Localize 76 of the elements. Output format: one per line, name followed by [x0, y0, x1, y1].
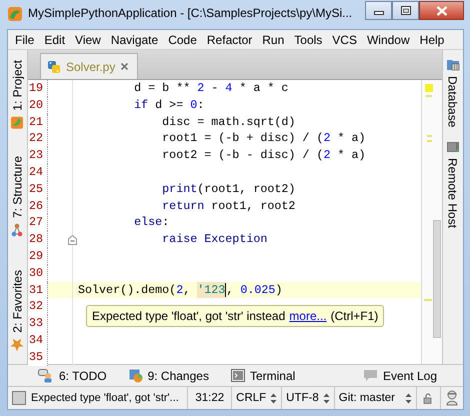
encoding-selector[interactable]: UTF-8 [286, 392, 319, 404]
code-text: 2 [197, 80, 204, 97]
tool-window-button[interactable]: 1: Project [10, 60, 24, 111]
branch-selector[interactable]: Git: master [338, 392, 395, 404]
code-text: d >= [154, 96, 184, 114]
code-text: ) [275, 282, 282, 298]
line-number: 32 [28, 298, 48, 316]
code-text: if [133, 96, 148, 114]
code-text: return [161, 198, 204, 214]
code-text: print [161, 180, 198, 198]
tool-window-button[interactable]: Database [446, 76, 460, 128]
code-text: * a) [336, 130, 366, 148]
line-number: 29 [28, 248, 48, 265]
menu-item[interactable]: File [10, 32, 40, 46]
tooltip-text: Expected type 'float', got 'str' instead [92, 309, 286, 323]
menu-item[interactable]: Navigate [106, 32, 164, 46]
tool-window-button[interactable]: Terminal [250, 368, 296, 382]
line-number: 26 [28, 198, 48, 214]
tool-window-button[interactable]: 7: Structure [10, 156, 24, 218]
code-text: 0.025 [240, 282, 276, 298]
code-text: root1, root2 [210, 198, 296, 214]
code-text: : [197, 96, 204, 114]
line-number: 20 [28, 96, 48, 114]
code-text: (root1, root2) [197, 180, 296, 198]
menu-item[interactable]: Help [414, 32, 450, 46]
code-text: Solver().demo( [78, 282, 176, 298]
menu-item[interactable]: View [70, 32, 106, 46]
window-title: MySimplePythonApplication - [C:\SamplesProjects\py\MySi... [28, 6, 352, 20]
line-number: 21 [28, 114, 48, 130]
line-number: 23 [28, 147, 48, 164]
code-text: 2 [323, 147, 330, 164]
more-link[interactable]: more... [289, 309, 327, 323]
code-text: - [210, 80, 220, 97]
line-number: 22 [28, 130, 48, 148]
code-text: 2 [323, 130, 330, 148]
line-number: 28 [28, 231, 48, 248]
line-number: 33 [28, 315, 48, 332]
line-number: 19 [28, 80, 48, 97]
code-text: , [226, 282, 234, 298]
tool-window-button[interactable]: 9: Changes [148, 368, 209, 382]
line-number: 30 [28, 264, 48, 282]
code-text: root2 = (-b - disc) / ( [161, 147, 324, 164]
code-text: d = b ** [133, 80, 192, 97]
code-text: disc = math.sqrt(d) [161, 114, 296, 130]
tool-window-button[interactable]: 6: TODO [59, 368, 107, 382]
code-text: : [162, 214, 170, 232]
tool-window-button[interactable]: Remote Host [446, 158, 460, 228]
line-number: 31 [28, 282, 48, 298]
code-text: , [183, 282, 192, 298]
line-number: 24 [28, 164, 48, 181]
code-text: else [133, 214, 162, 232]
code-text: 0 [190, 96, 198, 114]
caret-position[interactable]: 31:22 [195, 392, 224, 404]
line-number: 27 [28, 214, 48, 232]
status-message: Expected type 'float', got 'str'... [31, 392, 179, 404]
line-separator-selector[interactable]: CRLF [236, 392, 266, 404]
highlighted-code: '123 [197, 282, 226, 298]
menu-item[interactable]: Code [163, 32, 202, 46]
menu-item[interactable]: Window [362, 32, 415, 46]
code-text: raise Exception [161, 231, 268, 248]
line-number: 34 [28, 332, 48, 349]
code-text: * a) [336, 147, 366, 164]
menu-item[interactable]: Run [257, 32, 290, 46]
code-text: * a * c [238, 80, 288, 97]
menu-item[interactable]: Tools [289, 32, 328, 46]
code-text: 4 [225, 80, 232, 97]
line-number: 35 [28, 348, 48, 366]
shortcut-text: (Ctrl+F1) [330, 309, 378, 323]
code-text: 2 [176, 282, 184, 298]
code-text: root1 = (-b + disc) / ( [161, 130, 324, 148]
tool-window-button[interactable]: 2: Favorites [10, 270, 24, 333]
menu-item[interactable]: Edit [39, 32, 70, 46]
menu-item[interactable]: Refactor [202, 32, 258, 46]
menu-item[interactable]: VCS [327, 32, 362, 46]
tool-window-button[interactable]: Event Log [382, 368, 437, 382]
line-number: 25 [28, 180, 48, 198]
